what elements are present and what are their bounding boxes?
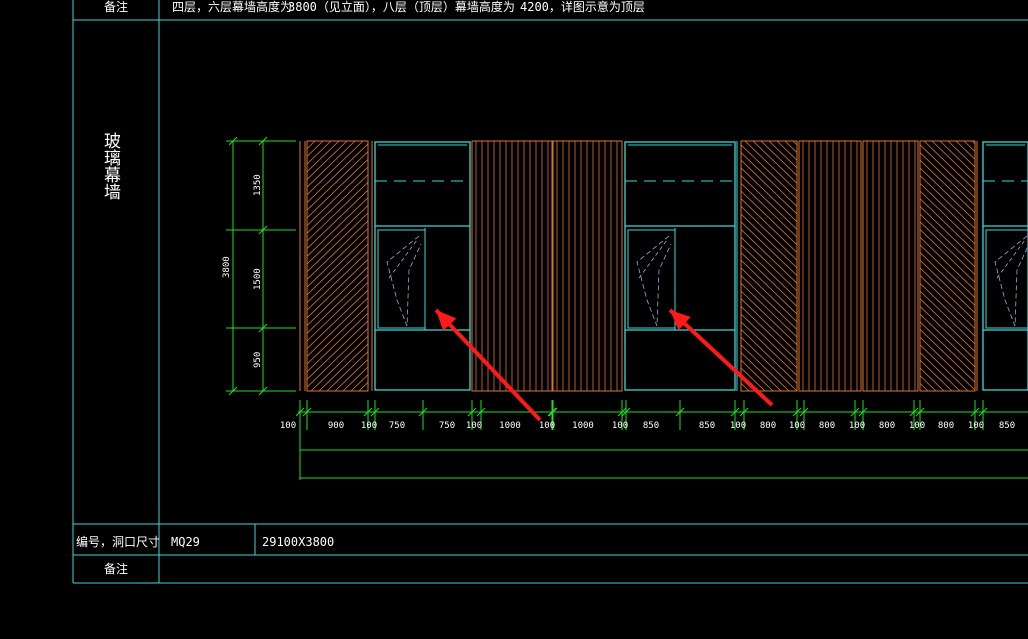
vertical-dim-2: 1500 — [253, 268, 263, 290]
glass-reflection — [994, 235, 1028, 327]
panel-vert-1 — [471, 140, 553, 392]
glass-reflection — [388, 239, 418, 279]
elevation-title: 玻璃幕墙 — [100, 132, 120, 200]
dim-label: 900 — [327, 421, 345, 431]
cad-drawing: 备注 四层，六层幕墙高度为 3800（见立面），八层（顶层）幕墙高度为 4200… — [0, 0, 1028, 635]
dim-label: 850 — [998, 421, 1016, 431]
casement-sash — [377, 229, 426, 329]
panel-vert-4 — [862, 140, 919, 392]
arrow-to-window-2 — [668, 308, 774, 407]
dim-label: 100 — [848, 421, 866, 431]
glass-reflection — [996, 239, 1026, 279]
window-frame — [374, 141, 471, 391]
dim-label: 1000 — [572, 421, 594, 431]
code-value: MQ29 — [171, 535, 200, 549]
header-note-val1: 3800（见立面），八层（顶层）幕墙高度为 — [288, 0, 515, 14]
annotation-arrows — [434, 308, 774, 422]
total-height-dim: 3800 — [222, 256, 232, 278]
glass-reflection — [636, 235, 672, 327]
vertical-dim-3: 950 — [253, 351, 263, 368]
dim-label: 850 — [642, 421, 660, 431]
dim-label: 100 — [538, 421, 556, 431]
size-value: 29100X3800 — [262, 535, 335, 549]
remark-label: 备注 — [104, 562, 129, 576]
dim-label: 100 — [729, 421, 747, 431]
code-label: 编号，洞口尺寸 — [76, 535, 161, 549]
glass-reflection — [638, 239, 668, 279]
dim-label: 100 — [967, 421, 985, 431]
dim-label: 100 — [360, 421, 378, 431]
header-note-part1: 四层，六层幕墙高度为 — [172, 0, 293, 14]
dim-label: 750 — [438, 421, 456, 431]
dim-label: 1000 — [499, 421, 521, 431]
dim-label: 800 — [759, 421, 777, 431]
vertical-dim-1: 1350 — [253, 174, 263, 196]
casement-sash — [985, 229, 1028, 329]
casement-sash — [627, 229, 676, 329]
dim-label: 100 — [788, 421, 806, 431]
window-unit-3 — [982, 141, 1028, 391]
dim-label: 750 — [388, 421, 406, 431]
dim-label: 100 — [611, 421, 629, 431]
dim-label: 100 — [279, 421, 297, 431]
dim-label: 100 — [465, 421, 483, 431]
panel-vert-2 — [552, 140, 623, 392]
panel-outline — [862, 140, 919, 392]
panel-outline — [798, 140, 862, 392]
hatch-lines — [920, 141, 975, 391]
cladding-panels — [299, 140, 978, 392]
panel-outline — [740, 140, 798, 392]
dim-label: 800 — [818, 421, 836, 431]
header-row-label: 备注 — [104, 0, 129, 14]
panel-diag-3 — [919, 140, 976, 392]
panel-vert-3 — [798, 140, 862, 392]
header-note-val2: 4200，详图示意为顶层 — [520, 0, 645, 14]
dim-label: 100 — [908, 421, 926, 431]
window-unit-1 — [374, 141, 471, 391]
dim-label: 800 — [937, 421, 955, 431]
glass-reflection — [386, 235, 422, 327]
dim-label: 800 — [878, 421, 896, 431]
dim-label: 850 — [698, 421, 716, 431]
window-units — [374, 141, 1028, 391]
